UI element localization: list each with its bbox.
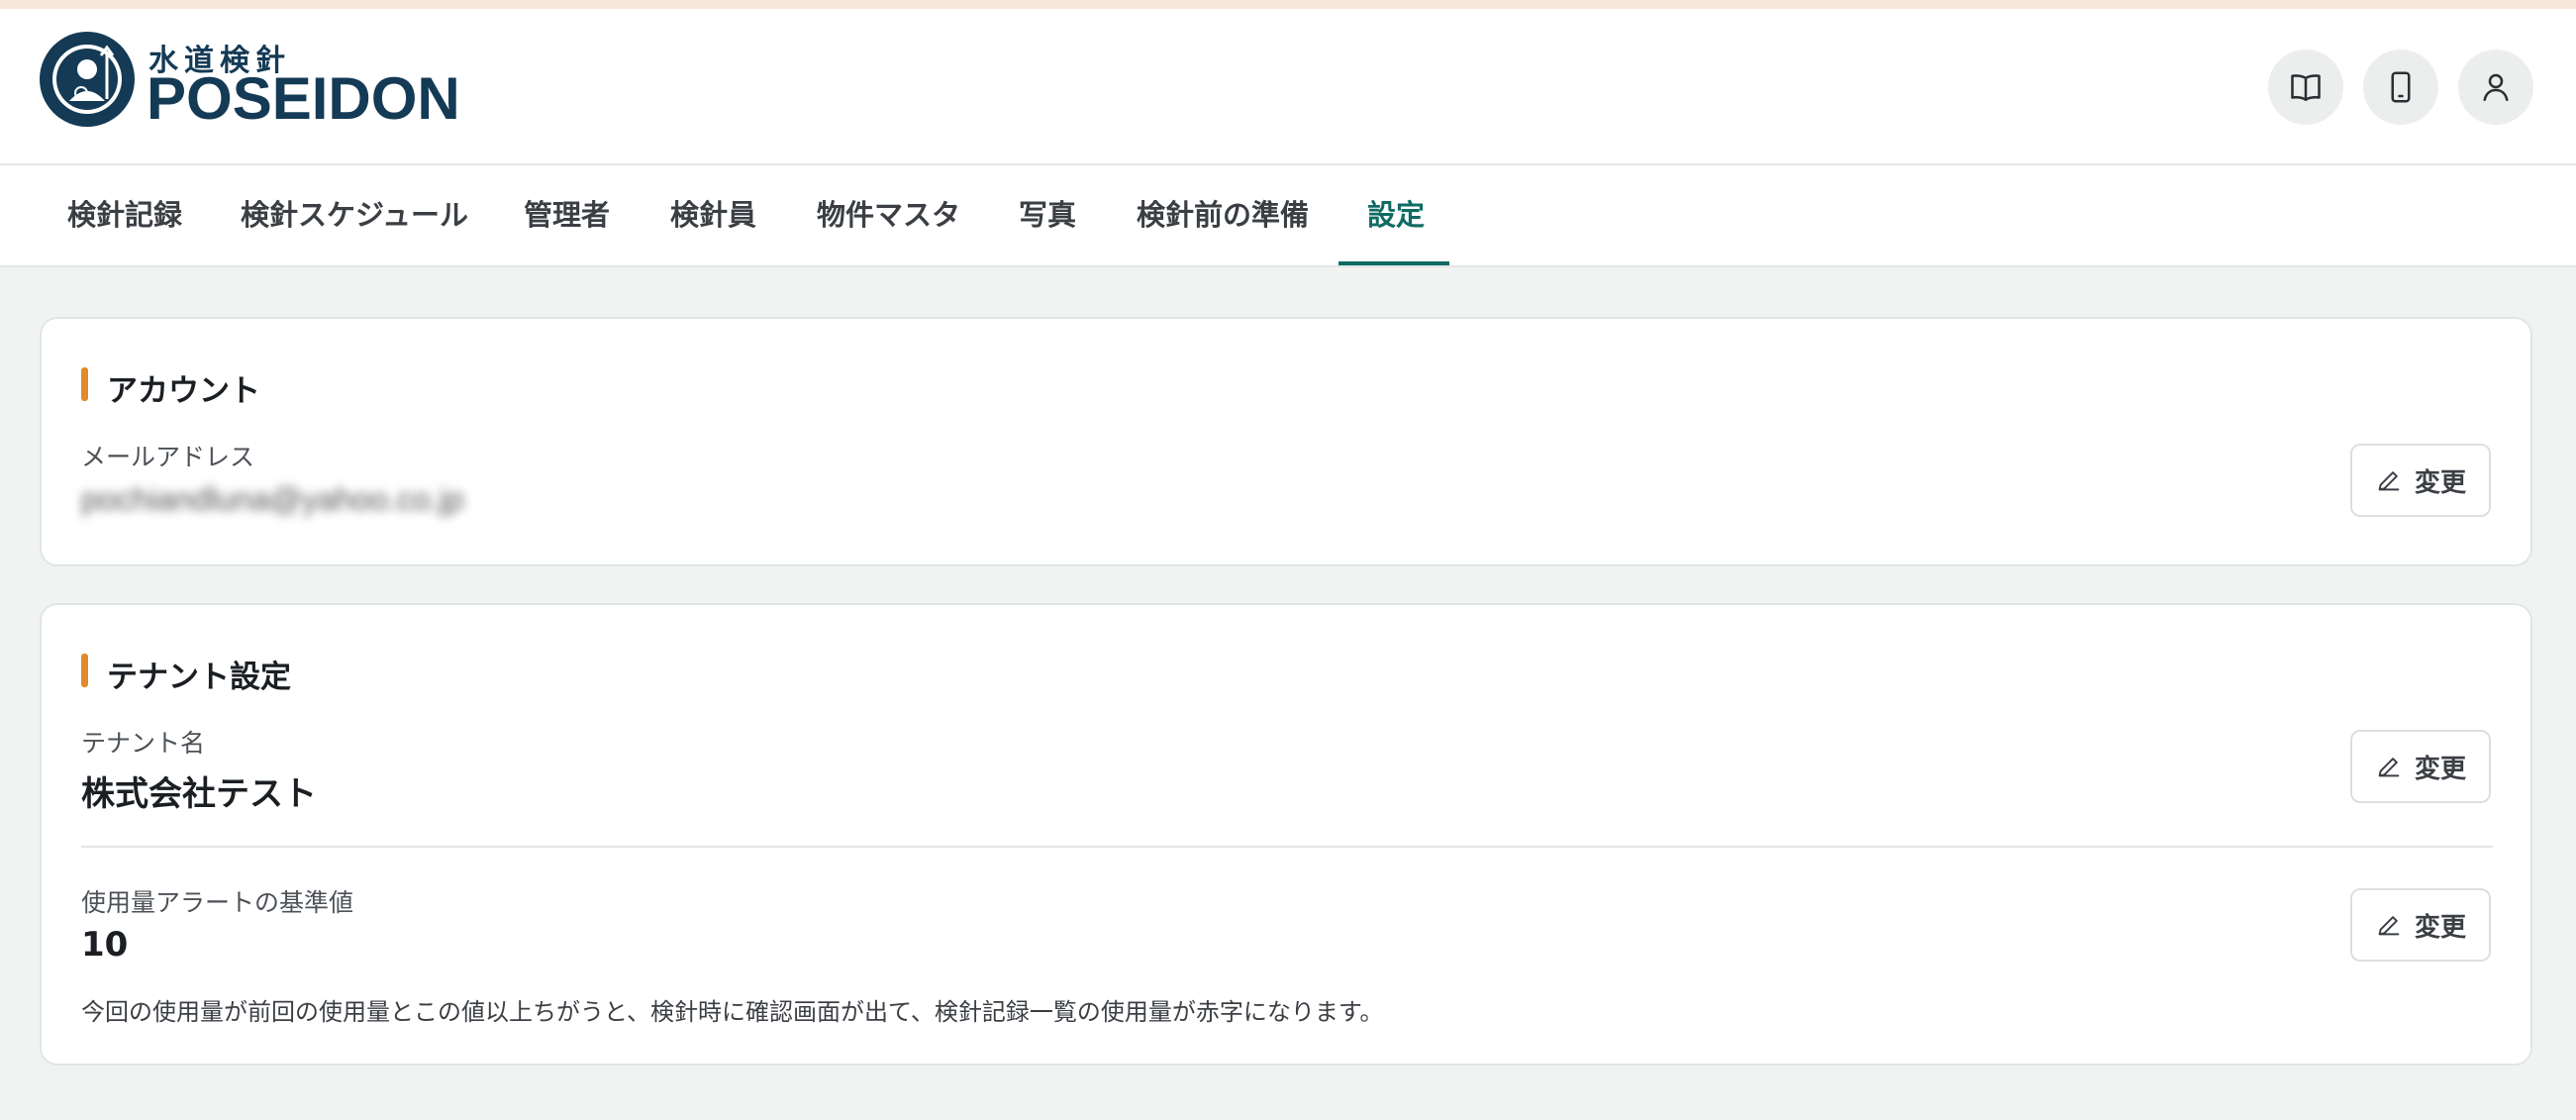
email-value: pochiandluna@yahoo.co.jp (81, 481, 464, 517)
user-icon (2483, 73, 2509, 102)
main-nav: 検針記録 検針スケジュール 管理者 検針員 物件マスタ 写真 検針前の準備 設定 (0, 165, 2576, 267)
tab-reading-records[interactable]: 検針記録 (67, 165, 182, 265)
tenant-section-title: テナント設定 (107, 660, 291, 695)
section-marker (81, 367, 88, 401)
pencil-icon (2378, 471, 2400, 491)
poseidon-logo (40, 32, 135, 127)
edit-button-label: 変更 (2414, 754, 2466, 784)
usage-alert-label: 使用量アラートの基準値 (81, 888, 354, 917)
book-icon (2291, 74, 2321, 102)
tab-meter-readers[interactable]: 検針員 (670, 165, 756, 265)
section-marker (81, 654, 88, 687)
top-accent-bar (0, 0, 2576, 9)
mobile-app-button[interactable] (2363, 50, 2438, 125)
tab-administrators[interactable]: 管理者 (524, 165, 610, 265)
edit-email-button[interactable]: 変更 (2350, 444, 2491, 517)
app-header: 水道検針 POSEIDON (0, 9, 2576, 165)
tab-photos[interactable]: 写真 (1019, 165, 1076, 265)
edit-button-label: 変更 (2414, 467, 2466, 498)
account-card: アカウント メールアドレス pochiandluna@yahoo.co.jp 変… (40, 317, 2532, 566)
manual-button[interactable] (2268, 50, 2343, 125)
tenant-name-label: テナント名 (81, 729, 206, 758)
pencil-icon (2378, 758, 2400, 777)
usage-alert-note: 今回の使用量が前回の使用量とこの値以上ちがうと、検針時に確認画面が出て、検針記録… (81, 998, 1384, 1026)
edit-tenant-name-button[interactable]: 変更 (2350, 730, 2491, 803)
pencil-icon (2378, 916, 2400, 936)
email-label: メールアドレス (81, 443, 255, 471)
brand-name: POSEIDON (147, 65, 460, 132)
usage-alert-value: 10 (81, 925, 129, 965)
user-menu-button[interactable] (2458, 50, 2533, 125)
tab-property-master[interactable]: 物件マスタ (817, 165, 960, 265)
tab-preparation[interactable]: 検針前の準備 (1137, 165, 1309, 265)
edit-usage-alert-button[interactable]: 変更 (2350, 888, 2491, 962)
smartphone-icon (2391, 71, 2411, 103)
tab-settings[interactable]: 設定 (1367, 165, 1425, 265)
section-divider (81, 846, 2493, 848)
edit-button-label: 変更 (2414, 912, 2466, 943)
tenant-settings-card: テナント設定 テナント名 株式会社テスト 変更 使用量アラートの基準値 10 変… (40, 603, 2532, 1066)
tab-reading-schedule[interactable]: 検針スケジュール (241, 165, 468, 265)
tenant-name-value: 株式会社テスト (81, 774, 317, 814)
account-section-title: アカウント (107, 373, 260, 409)
active-tab-indicator (1338, 261, 1449, 265)
